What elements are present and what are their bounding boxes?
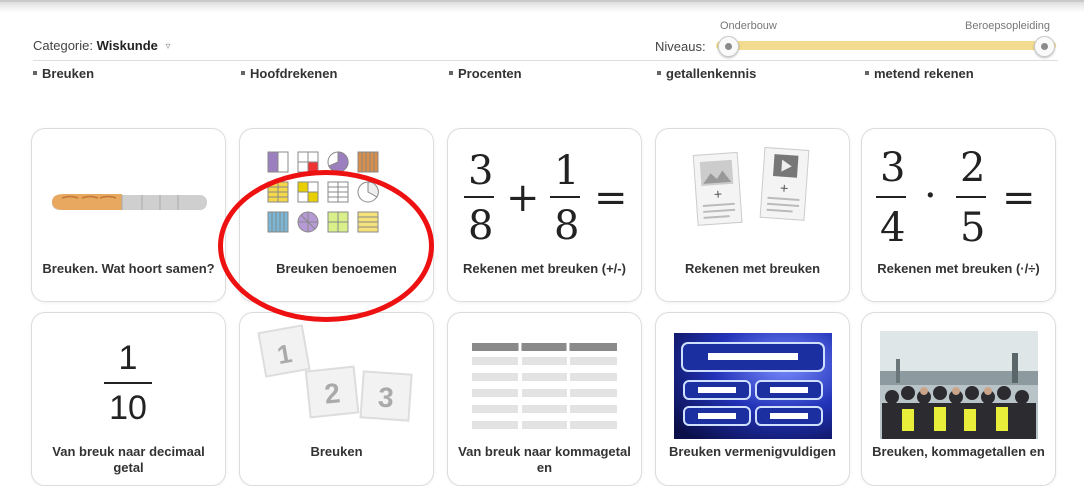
bullet-icon	[865, 70, 869, 75]
card-breuken-benoemen[interactable]: Breuken benoemen	[239, 128, 434, 302]
svg-text:10: 10	[109, 389, 147, 427]
svg-text:5: 5	[960, 205, 985, 251]
card-label: Rekenen met breuken (+/-)	[463, 261, 626, 276]
svg-text:8: 8	[468, 203, 493, 249]
header-divider	[33, 60, 1058, 61]
subcategory-hoofdrekenen[interactable]: Hoofdrekenen	[241, 66, 337, 81]
level-high-label: Beroepsopleiding	[965, 20, 1051, 32]
levels-label: Niveaus:	[655, 39, 706, 54]
svg-text:1: 1	[119, 339, 138, 377]
number-cards-icon: 1 2 3	[257, 324, 413, 422]
subcategory-procenten[interactable]: Procenten	[449, 66, 522, 81]
card-label: Van breuk naar decimaal getal	[52, 444, 205, 475]
svg-text:+: +	[506, 175, 540, 221]
card-label: Breuken. Wat hoort samen?	[42, 261, 215, 276]
bullet-icon	[449, 70, 453, 75]
fraction-addition-icon: 3 8 + 1 8 =	[464, 148, 628, 249]
fraction-multiplication-icon: 3 4 · 2 5 =	[876, 145, 1036, 251]
card-rekenen-met-breuken-plus-min[interactable]: 3 8 + 1 8 = Rekenen met breuken (+/-)	[447, 128, 642, 302]
slider-min-handle[interactable]	[718, 36, 739, 57]
svg-text:2: 2	[960, 145, 985, 191]
document-cards-icon: + +	[692, 146, 810, 226]
fraction-grid-icon	[267, 151, 379, 233]
category-selector[interactable]: Categorie: Wiskunde ▿	[33, 38, 171, 53]
table-icon	[472, 343, 617, 431]
subcategory-getallenkennis[interactable]: getallenkennis	[657, 66, 756, 81]
card-breuken-wat-hoort-samen[interactable]: Breuken. Wat hoort samen?	[31, 128, 226, 302]
bullet-icon	[33, 70, 37, 75]
card-breuken-vermenigvuldigen[interactable]: Breuken vermenigvuldigen	[655, 312, 850, 486]
bullet-icon	[657, 70, 661, 75]
card-label: Breuken, kommagetallen en	[872, 444, 1045, 459]
category-prefix: Categorie:	[33, 38, 93, 53]
slider-max-handle[interactable]	[1034, 36, 1055, 57]
quiz-screen-icon	[674, 333, 832, 439]
card-rekenen-met-breuken[interactable]: + + Rekenen met breuken	[655, 128, 850, 302]
card-label: Breuken vermenigvuldigen	[669, 444, 836, 459]
level-range-slider[interactable]	[716, 36, 1056, 57]
card-label: Rekenen met breuken	[684, 261, 821, 276]
svg-text:2: 2	[323, 377, 342, 409]
svg-text:3: 3	[468, 148, 493, 194]
fraction-one-tenth-icon: 1 10	[104, 339, 152, 427]
card-label: Van breuk naar kommagetal en	[458, 444, 631, 475]
svg-text:3: 3	[377, 381, 395, 413]
svg-text:1: 1	[554, 148, 579, 194]
svg-text:3: 3	[880, 145, 905, 191]
svg-text:=: =	[594, 175, 628, 221]
subcategory-metend-rekenen[interactable]: metend rekenen	[865, 66, 974, 81]
card-rekenen-met-breuken-maal-deel[interactable]: 3 4 · 2 5 = Rekenen met breuken (·/÷)	[861, 128, 1056, 302]
bread-icon	[52, 194, 207, 210]
bullet-icon	[241, 70, 245, 75]
group-photo-icon	[880, 331, 1038, 439]
subcategory-breuken[interactable]: Breuken	[33, 66, 94, 81]
svg-text:+: +	[780, 180, 789, 197]
svg-text:·: ·	[924, 173, 937, 219]
card-label: Breuken	[310, 444, 363, 459]
card-van-breuk-naar-kommagetal[interactable]: Van breuk naar kommagetal en	[447, 312, 642, 486]
svg-text:=: =	[1002, 175, 1036, 221]
svg-text:+: +	[713, 186, 722, 203]
card-breuken[interactable]: 1 2 3 Breuken	[239, 312, 434, 486]
card-breuken-kommagetallen[interactable]: Breuken, kommagetallen en	[861, 312, 1056, 486]
card-label: Rekenen met breuken (·/÷)	[877, 261, 1040, 276]
card-label: Breuken benoemen	[276, 261, 397, 276]
svg-text:8: 8	[554, 203, 579, 249]
category-value: Wiskunde	[96, 38, 158, 53]
level-low-label: Onderbouw	[720, 20, 777, 32]
svg-text:4: 4	[880, 205, 905, 251]
chevron-down-icon: ▿	[165, 41, 171, 52]
top-border	[0, 0, 1084, 2]
card-van-breuk-naar-decimaal[interactable]: 1 10 Van breuk naar decimaal getal	[31, 312, 226, 486]
